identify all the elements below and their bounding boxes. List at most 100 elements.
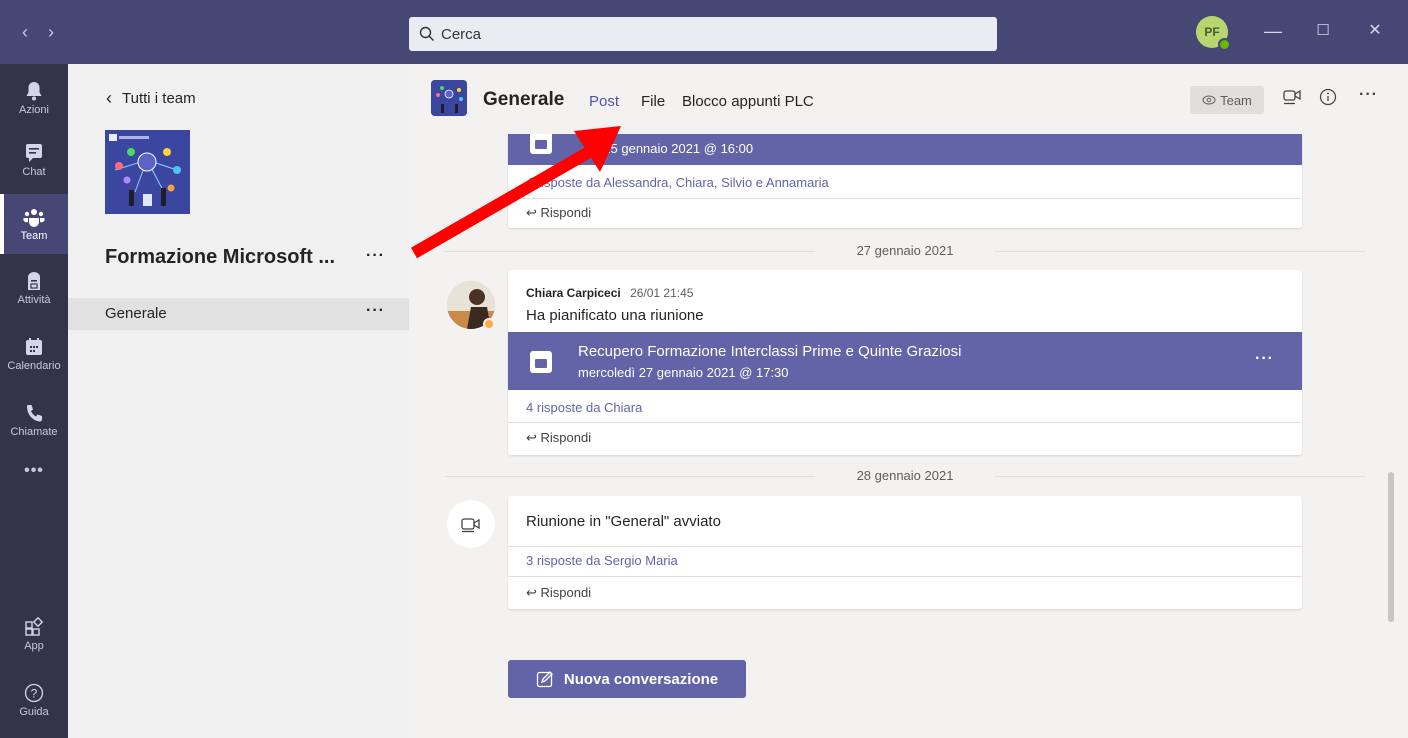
reply-button[interactable]: ↩ Rispondi <box>526 585 591 601</box>
rail-item-chiamate[interactable]: Chiamate <box>0 390 68 450</box>
reply-arrow-icon: ↩ <box>526 430 537 445</box>
channel-more-options[interactable]: ··· <box>366 302 385 320</box>
rail-label: Calendario <box>7 359 61 372</box>
channel-item-generale[interactable]: Generale ··· <box>68 298 409 330</box>
tab-file[interactable]: File <box>641 93 665 110</box>
divider <box>508 546 1302 547</box>
info-icon[interactable] <box>1319 88 1337 111</box>
avatar-initials: PF <box>1204 25 1220 39</box>
reply-arrow-icon: ↩ <box>526 205 537 220</box>
bell-icon <box>26 81 42 100</box>
reply-label: Rispondi <box>540 430 592 445</box>
maximize-button[interactable]: ☐ <box>1312 20 1334 42</box>
channel-main: ...dì 25 gennaio 2021 @ 16:00 ··· 4 risp… <box>409 64 1408 738</box>
assignments-icon <box>28 271 40 290</box>
meeting-datetime: mercoledì 27 gennaio 2021 @ 17:30 <box>578 365 789 380</box>
calendar-icon <box>530 132 552 154</box>
svg-text:?: ? <box>31 686 38 700</box>
date-separator: 28 gennaio 2021 <box>445 466 1365 486</box>
reply-label: Rispondi <box>540 205 592 220</box>
replies-link[interactable]: 3 risposte da Sergio Maria <box>526 553 678 568</box>
meeting-datetime: ...dì 25 gennaio 2021 @ 16:00 <box>578 141 754 156</box>
all-teams-link[interactable]: ‹ Tutti i team <box>106 88 196 109</box>
rail-label: Chat <box>22 165 46 178</box>
team-more-options[interactable]: ··· <box>366 247 385 265</box>
presence-away-icon <box>483 318 495 330</box>
replies-link[interactable]: 4 risposte da Alessandra, Chiara, Silvio… <box>526 175 829 190</box>
channel-avatar <box>431 80 467 116</box>
meeting-started-icon <box>447 500 495 548</box>
rail-label: Attività <box>17 293 51 306</box>
meeting-more-options[interactable]: ··· <box>1255 350 1274 368</box>
teams-icon <box>23 208 45 227</box>
conversation-card: Riunione in "General" avviato 3 risposte… <box>508 496 1302 609</box>
minimize-button[interactable]: — <box>1262 20 1284 42</box>
rail-label: Guida <box>19 705 49 718</box>
reply-button[interactable]: ↩ Rispondi <box>526 205 591 221</box>
close-button[interactable]: ✕ <box>1364 20 1386 42</box>
reply-label: Rispondi <box>540 585 592 600</box>
team-pill-label: Team <box>1220 92 1252 108</box>
date-label: 27 gennaio 2021 <box>856 243 954 258</box>
message-text: Ha pianificato una riunione <box>526 307 704 324</box>
date-separator: 27 gennaio 2021 <box>445 241 1365 261</box>
team-picture <box>105 130 190 214</box>
header-more-options[interactable]: ··· <box>1359 86 1378 104</box>
all-teams-label: Tutti i team <box>122 90 196 107</box>
reply-button[interactable]: ↩ Rispondi <box>526 430 591 446</box>
rail-item-calendario[interactable]: Calendario <box>0 324 68 384</box>
conversation-card: Chiara Carpiceci 26/01 21:45 Ha pianific… <box>508 270 1302 455</box>
back-arrow-icon[interactable]: ‹ <box>22 22 28 42</box>
history-nav: ‹ › <box>22 22 54 42</box>
help-icon: ? <box>24 683 44 702</box>
rail-item-team[interactable]: Team <box>0 194 68 254</box>
compose-icon <box>536 671 553 688</box>
date-label: 28 gennaio 2021 <box>856 468 954 483</box>
scrollbar[interactable] <box>1388 472 1394 622</box>
user-avatar[interactable]: PF <box>1196 16 1231 51</box>
chevron-left-icon: ‹ <box>106 88 112 108</box>
new-conversation-label: Nuova conversazione <box>563 670 719 688</box>
meet-now-icon[interactable] <box>1283 88 1303 111</box>
phone-icon <box>27 404 42 421</box>
divider <box>508 422 1302 423</box>
search-placeholder: Cerca <box>441 25 482 43</box>
rail-item-chat[interactable]: Chat <box>0 130 68 190</box>
tab-post[interactable]: Post <box>589 93 619 110</box>
channel-header: Generale Post File Blocco appunti PLC Te… <box>409 64 1408 134</box>
rail-item-attivita[interactable]: Attività <box>0 258 68 318</box>
author-name[interactable]: Chiara Carpiceci <box>526 286 621 300</box>
calendar-icon <box>26 337 42 355</box>
reply-arrow-icon: ↩ <box>526 585 537 600</box>
rail-item-azioni[interactable]: Azioni <box>0 68 68 128</box>
forward-arrow-icon[interactable]: › <box>48 22 54 42</box>
eye-icon <box>1202 95 1216 105</box>
apps-icon <box>25 616 44 636</box>
presence-available-icon <box>1218 38 1231 51</box>
calendar-icon <box>530 351 552 373</box>
tab-blocco-appunti[interactable]: Blocco appunti PLC <box>682 93 814 110</box>
meeting-banner[interactable]: Recupero Formazione Interclassi Prime e … <box>508 332 1302 390</box>
team-panel: ‹ Tutti i team Formazione Microsoft ... … <box>68 64 409 738</box>
team-visibility-button[interactable]: Team <box>1190 86 1264 114</box>
team-name: Formazione Microsoft ... <box>105 246 336 268</box>
rail-more-button[interactable]: ••• <box>0 456 68 486</box>
rail-label: Chiamate <box>10 425 58 438</box>
divider <box>508 198 1302 199</box>
divider <box>508 576 1302 577</box>
channel-name: Generale <box>105 305 167 322</box>
rail-item-app[interactable]: App <box>0 604 68 664</box>
message-meta: Chiara Carpiceci 26/01 21:45 <box>526 286 693 300</box>
chat-icon <box>26 143 42 162</box>
title-bar: ‹ › Cerca PF — ☐ ✕ <box>0 0 1408 64</box>
rail-label: Team <box>20 229 48 242</box>
replies-link[interactable]: 4 risposte da Chiara <box>526 400 642 415</box>
channel-title: Generale <box>483 89 565 110</box>
rail-item-guida[interactable]: ? Guida <box>0 670 68 730</box>
rail-label: App <box>24 639 44 652</box>
app-rail: Azioni Chat Team Attività Calendario Chi… <box>0 64 68 738</box>
search-icon <box>419 26 434 41</box>
new-conversation-button[interactable]: Nuova conversazione <box>508 660 746 698</box>
search-input[interactable]: Cerca <box>409 17 997 51</box>
meeting-title: Recupero Formazione Interclassi Prime e … <box>578 343 962 360</box>
